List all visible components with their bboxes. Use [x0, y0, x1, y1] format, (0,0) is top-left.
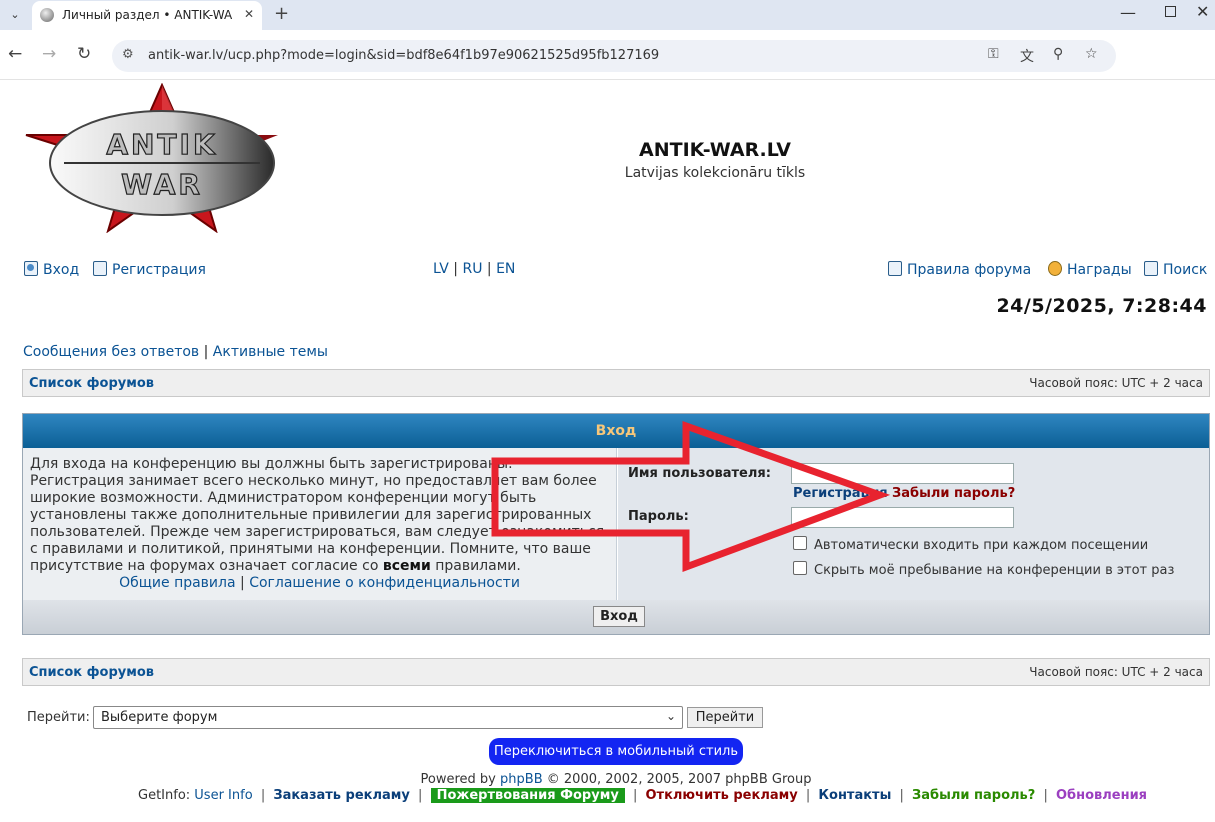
autologin-checkbox[interactable]	[793, 536, 807, 550]
reload-icon[interactable]: ↻	[77, 44, 91, 64]
autologin-label: Автоматически входить при каждом посещен…	[814, 538, 1149, 553]
jump-button[interactable]: Перейти	[687, 707, 763, 728]
donate-link[interactable]: Пожертвования Форуму	[430, 788, 625, 803]
site-name: ANTIK-WAR.LV	[639, 139, 791, 161]
timezone-text: Часовой пояс: UTC + 2 часа	[1029, 376, 1203, 390]
login-info: Для входа на конференцию вы должны быть …	[23, 448, 617, 600]
login-form: Имя пользователя: Регистрация Забыли пар…	[618, 448, 1209, 600]
key-icon[interactable]: ⚿	[988, 46, 999, 62]
translate-icon[interactable]: 文	[1020, 46, 1034, 66]
tab-search-icon[interactable]: ⌄	[6, 7, 24, 23]
lang-separator: |	[486, 261, 492, 277]
lang-en-link[interactable]: EN	[496, 261, 515, 277]
register-link-label: Регистрация	[112, 262, 206, 278]
browser-tab[interactable]: Личный раздел • ANTIK-WAR.LV ✕	[32, 1, 262, 30]
search-link-label: Поиск	[1163, 262, 1208, 278]
close-tab-icon[interactable]: ✕	[244, 7, 254, 21]
timezone-text: Часовой пояс: UTC + 2 часа	[1029, 665, 1203, 679]
hide-online-checkbox[interactable]	[793, 561, 807, 575]
bottom-navbar: Список форумов Часовой пояс: UTC + 2 час…	[22, 658, 1210, 686]
minimize-icon[interactable]: —	[1120, 3, 1136, 22]
search-link[interactable]: Поиск	[1144, 261, 1207, 278]
quick-links: Сообщения без ответов | Активные темы	[23, 344, 328, 360]
user-info-link[interactable]: User Info	[194, 788, 252, 803]
search-icon	[1144, 261, 1158, 276]
disable-ads-link[interactable]: Отключить рекламу	[645, 788, 797, 803]
register-link[interactable]: Регистрация	[93, 261, 206, 278]
browser-toolbar: ← → ↻ ⚙ antik-war.lv/ucp.php?mode=login&…	[0, 30, 1215, 80]
page-content: ANTIK WAR ANTIK-WAR.LV Latvijas kolekcio…	[0, 81, 1215, 822]
hide-online-label: Скрыть моё пребывание на конференции в э…	[814, 563, 1175, 578]
phpbb-link[interactable]: phpBB	[500, 772, 543, 787]
maximize-icon[interactable]	[1165, 6, 1176, 17]
footer-forgot-password-link[interactable]: Забыли пароль?	[912, 788, 1035, 803]
lang-separator: |	[453, 261, 459, 277]
lang-lv-link[interactable]: LV	[433, 261, 449, 277]
rules-link-label: Правила форума	[907, 262, 1032, 278]
favicon-icon	[40, 8, 54, 22]
login-submit-button[interactable]: Вход	[593, 606, 645, 627]
forward-icon[interactable]: →	[42, 44, 56, 64]
active-topics-link[interactable]: Активные темы	[213, 344, 328, 360]
browser-tab-bar: ⌄ Личный раздел • ANTIK-WAR.LV ✕ + — ✕	[0, 0, 1215, 30]
login-icon	[24, 261, 38, 276]
address-bar[interactable]: ⚙ antik-war.lv/ucp.php?mode=login&sid=bd…	[112, 40, 1116, 72]
awards-link-label: Награды	[1067, 262, 1132, 278]
forum-list-link[interactable]: Список форумов	[29, 376, 154, 391]
forum-select-value: Выберите форум	[101, 710, 218, 725]
tab-title: Личный раздел • ANTIK-WAR.LV	[62, 8, 232, 22]
forum-list-link[interactable]: Список форумов	[29, 665, 154, 680]
window-close-icon[interactable]: ✕	[1196, 2, 1209, 21]
register-link-form[interactable]: Регистрация	[793, 486, 888, 501]
updates-link[interactable]: Обновления	[1056, 788, 1147, 803]
site-logo[interactable]: ANTIK WAR	[24, 83, 301, 233]
lang-ru-link[interactable]: RU	[462, 261, 482, 277]
password-label: Пароль:	[628, 509, 689, 524]
contacts-link[interactable]: Контакты	[818, 788, 891, 803]
info-links-separator: |	[240, 575, 245, 591]
site-info-icon[interactable]: ⚙	[122, 47, 134, 62]
top-navbar: Список форумов Часовой пояс: UTC + 2 час…	[22, 369, 1210, 397]
language-switcher: LV | RU | EN	[433, 261, 515, 277]
username-label: Имя пользователя:	[628, 466, 771, 481]
unanswered-posts-link[interactable]: Сообщения без ответов	[23, 344, 199, 360]
login-info-text: Для входа на конференцию вы должны быть …	[30, 456, 605, 574]
login-info-links: Общие правила | Соглашение о конфиденциа…	[30, 575, 609, 592]
general-rules-link[interactable]: Общие правила	[119, 575, 236, 591]
login-header: Вход	[23, 414, 1209, 448]
site-description: Latvijas kolekcionāru tīkls	[624, 165, 806, 181]
password-input[interactable]	[791, 507, 1014, 528]
award-icon	[1048, 261, 1062, 276]
forum-select[interactable]: Выберите форум ⌄	[93, 706, 683, 729]
rules-link[interactable]: Правила форума	[888, 261, 1031, 278]
getinfo-label: GetInfo:	[138, 788, 191, 803]
clock: 24/5/2025, 7:28:44	[996, 295, 1207, 317]
order-ads-link[interactable]: Заказать рекламу	[273, 788, 410, 803]
logo-text-top: ANTIK	[106, 128, 217, 161]
mobile-style-button[interactable]: Переключиться в мобильный стиль	[489, 738, 743, 765]
powered-by: Powered by phpBB © 2000, 2002, 2005, 200…	[420, 772, 812, 787]
chevron-down-icon: ⌄	[665, 709, 676, 723]
quicklinks-separator: |	[203, 344, 209, 360]
jump-label: Перейти:	[27, 710, 90, 725]
privacy-link[interactable]: Соглашение о конфиденциальности	[249, 575, 520, 591]
login-info-bold: всеми	[382, 558, 431, 574]
bookmark-star-icon[interactable]: ☆	[1085, 46, 1098, 62]
awards-link[interactable]: Награды	[1048, 261, 1132, 278]
new-tab-icon[interactable]: +	[274, 3, 289, 24]
register-icon	[93, 261, 107, 276]
help-icon	[888, 261, 902, 276]
login-link[interactable]: Вход	[24, 261, 79, 278]
login-panel: Вход Для входа на конференцию вы должны …	[22, 413, 1210, 635]
footer-links: GetInfo: User Info | Заказать рекламу | …	[138, 788, 1148, 803]
login-footer: Вход	[23, 600, 1209, 634]
login-link-label: Вход	[43, 262, 80, 278]
zoom-icon[interactable]: ⚲	[1053, 46, 1063, 62]
back-icon[interactable]: ←	[8, 44, 22, 64]
url-text[interactable]: antik-war.lv/ucp.php?mode=login&sid=bdf8…	[148, 48, 659, 63]
logo-text-bottom: WAR	[121, 168, 203, 201]
forgot-password-link[interactable]: Забыли пароль?	[892, 486, 1015, 501]
username-input[interactable]	[791, 463, 1014, 484]
